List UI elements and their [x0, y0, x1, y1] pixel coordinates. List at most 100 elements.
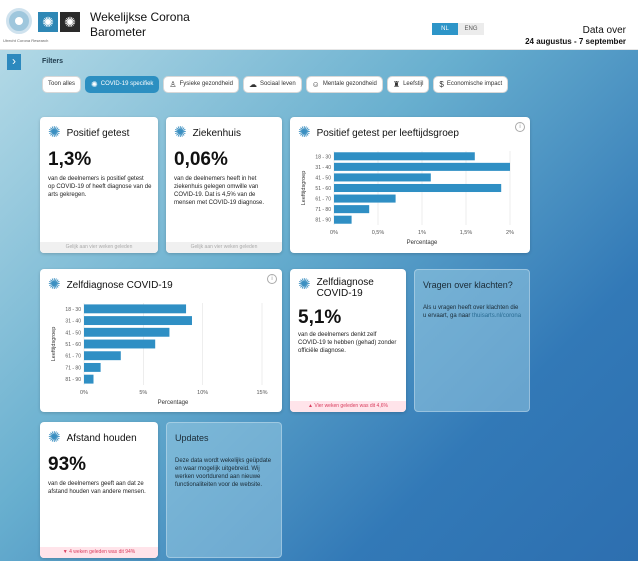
filter-label: Sociaal leven: [259, 81, 296, 87]
x-tick-label: 0,5%: [372, 230, 385, 236]
card-zelfdiagnose-chart: ✺ Zelfdiagnose COVID-19 i 0% 5% 10% 15% 18 -…: [40, 269, 282, 412]
card-title: Vragen over klachten?: [423, 280, 513, 290]
stat-value: 1,3%: [48, 149, 92, 170]
virus-icon: ✺: [174, 124, 187, 141]
y-tick-label: 41 - 50: [65, 330, 81, 336]
bar: [334, 194, 396, 203]
card-title: Afstand houden: [66, 432, 137, 444]
card-vragen: Vragen over klachten? Als u vragen heeft…: [414, 269, 530, 412]
card-title: Positief getest per leeftijdsgroep: [316, 127, 459, 139]
lang-eng-button[interactable]: ENG: [458, 23, 484, 35]
x-tick-label: 10%: [197, 390, 208, 396]
filter-fysieke-gezondheid[interactable]: ♙ Fysieke gezondheid: [163, 76, 239, 93]
card-header: ✺ Ziekenhuis: [174, 125, 241, 141]
filter-toon-alles[interactable]: Toon alles: [42, 76, 82, 93]
stat-description: van de deelnemers geeft aan dat ze afsta…: [48, 481, 146, 495]
stat-value: 93%: [48, 454, 87, 475]
bar: [334, 152, 475, 161]
chart-zelfdiagnose: 0% 5% 10% 15% 18 - 30 31 - 40 41 - 50 51 - 60 61…: [46, 299, 274, 407]
bar: [334, 173, 431, 182]
chart-positief-leeftijd: 0% 0,5% 1% 1,5% 2% 18 - 30 31 - 40 41 - 50 51 - …: [296, 147, 522, 247]
card-header: ✺ Positief getest per leeftijdsgroep: [298, 125, 459, 141]
x-tick-label: 5%: [139, 390, 147, 396]
trend-footer: ▼ 4 weken geleden was dit 94%: [40, 547, 158, 558]
dashboard-area: › Filters Toon alles ✺ COVID-19 specifiek…: [0, 50, 638, 561]
virus-icon: ✺: [48, 124, 61, 141]
y-tick-label: 18 - 30: [315, 154, 331, 160]
filter-economische-impact[interactable]: $ Economische impact: [433, 76, 509, 93]
bar: [84, 351, 121, 361]
stat-description: van de deelnemers heeft in het ziekenhui…: [174, 176, 265, 206]
y-tick-label: 71 - 80: [315, 207, 331, 213]
y-tick-label: 31 - 40: [315, 165, 331, 171]
card-header: ✺ Zelfdiagnose COVID-19: [48, 277, 173, 293]
card-title: Zelfdiagnose COVID-19: [316, 277, 374, 299]
chat-icon: ☁: [248, 80, 257, 89]
virus-logo-icon: ✺: [38, 12, 58, 32]
bar: [84, 304, 187, 314]
card-title: Updates: [175, 433, 209, 443]
virus-icon: ✺: [48, 276, 61, 293]
filter-sociaal-leven[interactable]: ☁ Sociaal leven: [242, 76, 302, 93]
virus-icon: ✺: [298, 276, 311, 293]
x-tick-label: 0%: [80, 390, 88, 396]
trend-footer: ▲ Vier weken geleden was dit 4,6%: [290, 401, 406, 412]
filter-mentale-gezondheid[interactable]: ☺ Mentale gezondheid: [305, 76, 383, 93]
info-icon[interactable]: i: [515, 122, 525, 132]
thuisarts-link[interactable]: thuisarts.nl/corona: [472, 313, 521, 319]
filter-label: Toon alles: [48, 81, 76, 87]
filter-leefstijl[interactable]: ♜ Leefstijl: [386, 76, 430, 93]
bar: [84, 362, 101, 372]
header: Utrecht Corona Research ✺ ✺ Wekelijkse C…: [0, 0, 638, 50]
stat-description: van de deelnemers is positief getest op …: [48, 176, 152, 198]
bar: [334, 215, 352, 224]
filter-label: Leefstijl: [403, 81, 424, 87]
data-over-label: Data over: [582, 25, 626, 36]
y-tick-label: 81 - 90: [315, 218, 331, 224]
stat-description: van de deelnemers denkt zelf COVID-19 te…: [298, 332, 397, 354]
bar: [84, 316, 192, 326]
trend-footer: Gelijk aan vier weken geleden: [166, 242, 282, 253]
card-zelfdiagnose: ✺ Zelfdiagnose COVID-19 5,1% van de deel…: [290, 269, 406, 412]
card-header: ✺ Positief getest: [48, 125, 129, 141]
x-axis-label: Percentage: [158, 400, 189, 406]
filter-bar: Toon alles ✺ COVID-19 specifiek ♙ Fysieke …: [42, 76, 509, 93]
y-tick-label: 31 - 40: [65, 319, 81, 325]
card-updates: Updates Deze data wordt wekelijks geüpda…: [166, 422, 282, 558]
y-tick-label: 18 - 30: [65, 307, 81, 313]
filter-covid[interactable]: ✺ COVID-19 specifiek: [85, 76, 160, 93]
bar: [84, 339, 156, 349]
chart-svg: 0% 0,5% 1% 1,5% 2% 18 - 30 31 - 40 41 - 50 51 - …: [301, 151, 514, 246]
y-tick-label: 51 - 60: [65, 342, 81, 348]
card-header: ✺ Afstand houden: [48, 430, 137, 446]
y-tick-label: 51 - 60: [315, 186, 331, 192]
head-icon: ☺: [311, 80, 320, 89]
y-tick-label: 81 - 90: [65, 377, 81, 383]
money-icon: $: [439, 80, 444, 89]
lang-nl-button[interactable]: NL: [432, 23, 458, 35]
stat-value: 5,1%: [298, 307, 342, 328]
card-text: Als u vragen heeft over klachten die u e…: [423, 304, 523, 320]
logo-text: Utrecht Corona Research: [3, 38, 49, 43]
card-ziekenhuis: ✺ Ziekenhuis 0,06% van de deelnemers hee…: [166, 117, 282, 253]
bar: [334, 183, 502, 193]
app-title: Wekelijkse Corona Barometer: [90, 10, 190, 39]
card-title: Positief getest: [66, 127, 130, 139]
university-logo-icon[interactable]: [6, 8, 32, 34]
y-axis-label: Leeftijdsgroep: [301, 171, 307, 206]
x-axis-label: Percentage: [407, 240, 438, 246]
x-tick-label: 15%: [256, 390, 267, 396]
filter-label: Mentale gezondheid: [322, 81, 377, 87]
card-positief-leeftijd: ✺ Positief getest per leeftijdsgroep i 0…: [290, 117, 530, 253]
bar: [334, 205, 370, 214]
bar: [334, 162, 510, 171]
virus-icon: ✺: [91, 80, 98, 89]
y-tick-label: 61 - 70: [315, 197, 331, 203]
y-tick-label: 61 - 70: [65, 354, 81, 360]
sidebar-toggle-icon[interactable]: ›: [7, 54, 21, 70]
language-switch: NL ENG: [432, 23, 484, 35]
card-header: ✺ Zelfdiagnose COVID-19: [298, 276, 377, 300]
x-tick-label: 2%: [506, 230, 514, 236]
virus-icon: ✺: [48, 429, 61, 446]
info-icon[interactable]: i: [267, 274, 277, 284]
